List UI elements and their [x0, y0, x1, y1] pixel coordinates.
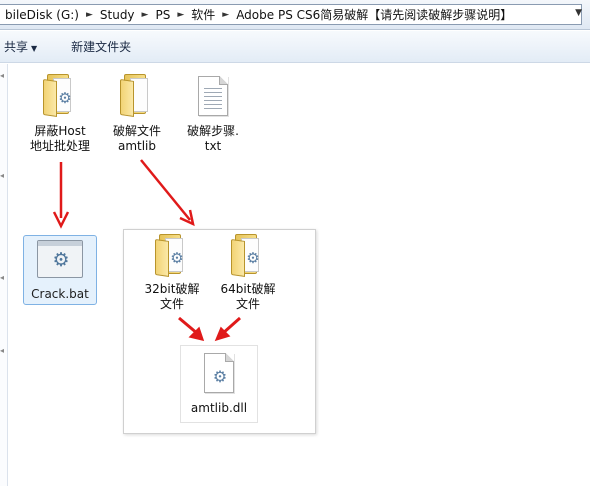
new-folder-button[interactable]: 新建文件夹 [63, 38, 139, 55]
text-file-icon [198, 76, 228, 116]
breadcrumb-drive[interactable]: bileDisk (G:) [0, 8, 84, 22]
file-label-line1: 64bit破解 [220, 282, 276, 296]
folder-gear-icon: ⚙ [231, 232, 265, 277]
file-item-block-host[interactable]: ⚙ 屏蔽Host 地址批处理 [27, 72, 93, 154]
breadcrumb-ps[interactable]: PS [150, 8, 175, 22]
file-item-crack-bat[interactable]: ⚙ Crack.bat [23, 235, 97, 305]
address-bar: bileDisk (G:) ► Study ► PS ► 软件 ► Adobe … [0, 0, 590, 30]
breadcrumb-software[interactable]: 软件 [186, 6, 220, 23]
file-item-64bit-folder[interactable]: ⚙ 64bit破解 文件 [216, 232, 280, 312]
file-label-line1: 破解文件 [112, 124, 161, 138]
command-bar: 共享 ▼ 新建文件夹 [0, 31, 590, 63]
navigation-pane[interactable]: ◂ ◂ ◂ ◂ [0, 64, 8, 486]
file-label: amtlib.dll [190, 401, 248, 415]
file-label-line2: 文件 [235, 297, 260, 311]
collapse-arrow-icon[interactable]: ◂ [0, 72, 8, 80]
dll-gear-icon: ⚙ [204, 353, 234, 393]
chevron-right-icon[interactable]: ► [175, 10, 186, 20]
crack-files-panel: ⚙ 32bit破解 文件 ⚙ 64bit破解 文件 ⚙ amtlib.dll [123, 229, 316, 434]
file-label-line1: 屏蔽Host [34, 124, 86, 138]
breadcrumb[interactable]: bileDisk (G:) ► Study ► PS ► 软件 ► Adobe … [0, 4, 582, 25]
collapse-arrow-icon[interactable]: ◂ [0, 347, 8, 355]
share-button[interactable]: 共享 ▼ [0, 38, 45, 55]
file-label: Crack.bat [31, 287, 89, 301]
breadcrumb-current-folder[interactable]: Adobe PS CS6简易破解【请先阅读破解步骤说明】 [231, 6, 517, 23]
file-label-line2: amtlib [117, 139, 157, 153]
collapse-arrow-icon[interactable]: ◂ [0, 274, 8, 282]
chevron-down-icon[interactable]: ▼ [575, 8, 582, 18]
breadcrumb-study[interactable]: Study [95, 8, 140, 22]
file-label-line1: 破解步骤. [187, 124, 239, 138]
file-list-view[interactable]: ⚙ 屏蔽Host 地址批处理 破解文件 amtlib 破解步骤. txt ⚙ C… [9, 64, 590, 486]
chevron-down-icon: ▼ [31, 44, 38, 53]
folder-gear-icon: ⚙ [43, 72, 77, 117]
batch-gear-icon: ⚙ [37, 240, 83, 278]
folder-gear-icon: ⚙ [155, 232, 189, 277]
share-label: 共享 [4, 40, 29, 54]
file-item-amtlib-dll[interactable]: ⚙ amtlib.dll [180, 345, 258, 423]
file-label-line2: txt [204, 139, 222, 153]
file-label-line1: 32bit破解 [144, 282, 200, 296]
folder-icon [120, 72, 154, 117]
chevron-right-icon[interactable]: ► [84, 10, 95, 20]
file-label-line2: 文件 [159, 297, 184, 311]
file-item-amtlib-folder[interactable]: 破解文件 amtlib [106, 72, 168, 154]
chevron-right-icon[interactable]: ► [220, 10, 231, 20]
file-label-line2: 地址批处理 [29, 139, 90, 153]
collapse-arrow-icon[interactable]: ◂ [0, 172, 8, 180]
file-item-steps-txt[interactable]: 破解步骤. txt [181, 76, 245, 154]
chevron-right-icon[interactable]: ► [140, 10, 151, 20]
file-item-32bit-folder[interactable]: ⚙ 32bit破解 文件 [140, 232, 204, 312]
